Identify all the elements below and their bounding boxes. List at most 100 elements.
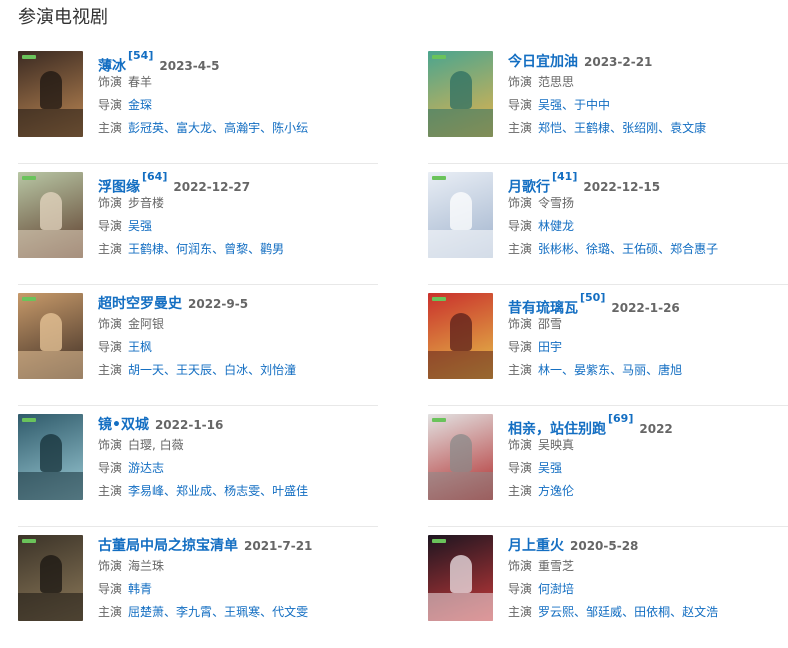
- role-label: 饰演: [508, 75, 533, 89]
- director-link[interactable]: 林健龙: [538, 219, 574, 233]
- actor-link[interactable]: 刘怡潼: [260, 363, 296, 377]
- drama-poster[interactable]: [18, 535, 83, 621]
- actor-link[interactable]: 马丽: [622, 363, 646, 377]
- drama-title-link[interactable]: 超时空罗曼史: [98, 296, 182, 312]
- drama-date: 2023-4-5: [159, 59, 220, 74]
- actor-link[interactable]: 郑合惠子: [670, 242, 718, 256]
- director-label: 导演: [508, 461, 533, 475]
- drama-date: 2022-1-16: [154, 418, 224, 432]
- drama-title-link[interactable]: 镜•双城: [98, 417, 149, 433]
- drama-poster[interactable]: [428, 535, 493, 621]
- role-value: 令雪扬: [538, 196, 575, 210]
- actor-link[interactable]: 彭冠英: [128, 121, 164, 135]
- drama-title-link[interactable]: 古董局中局之掠宝清单: [98, 538, 238, 554]
- actor-link[interactable]: 白冰: [224, 363, 248, 377]
- drama-poster[interactable]: [428, 51, 493, 137]
- drama-info: 浮图缘[64]2022-12-27 饰演 步音楼 导演 吴强 主演 王鹤棣、何润东、曾黎、鹳…: [98, 170, 378, 261]
- drama-poster[interactable]: [18, 414, 83, 500]
- actor-link[interactable]: 赵文浩: [682, 605, 718, 619]
- actor-link[interactable]: 田依桐: [634, 605, 670, 619]
- drama-info: 月上重火 2020-5-28 饰演 重雪芝 导演 何澍培 主演 罗云熙、邹廷威、田依桐、赵文浩: [508, 535, 788, 624]
- poster-figure: [40, 192, 62, 230]
- role-row: 饰演 金阿银: [98, 313, 378, 336]
- actor-link[interactable]: 晏紫东: [574, 363, 610, 377]
- director-link[interactable]: 游达志: [128, 461, 164, 475]
- actor-link[interactable]: 唐旭: [658, 363, 682, 377]
- role-label: 饰演: [508, 438, 533, 452]
- starring-label: 主演: [98, 242, 123, 256]
- name-separator: 、: [670, 605, 683, 619]
- actor-link[interactable]: 张彬彬: [538, 242, 574, 256]
- director-row: 导演 何澍培: [508, 578, 788, 601]
- reference-link[interactable]: [64]: [142, 170, 167, 183]
- actor-link[interactable]: 方逸伦: [538, 484, 574, 498]
- actor-link[interactable]: 李易峰: [128, 484, 164, 498]
- poster-badge: [22, 297, 36, 301]
- actor-link[interactable]: 邹廷威: [586, 605, 622, 619]
- actor-link[interactable]: 胡一天: [128, 363, 164, 377]
- actor-link[interactable]: 陈小纭: [272, 121, 308, 135]
- drama-title-link[interactable]: 月上重火: [508, 538, 564, 554]
- director-link[interactable]: 于中中: [574, 98, 610, 112]
- starring-row: 主演 林一、晏紫东、马丽、唐旭: [508, 359, 788, 382]
- actor-link[interactable]: 林一: [538, 363, 562, 377]
- director-link[interactable]: 吴强: [538, 461, 562, 475]
- actor-link[interactable]: 张绍刚: [622, 121, 658, 135]
- name-separator: 、: [610, 121, 623, 135]
- actor-link[interactable]: 郑业成: [176, 484, 212, 498]
- actor-link[interactable]: 王天辰: [176, 363, 212, 377]
- drama-card: 镜•双城 2022-1-16 饰演 白璎, 白薇 导演 游达志 主演 李易峰、郑业成、杨志雯、…: [18, 406, 378, 527]
- director-link[interactable]: 王枫: [128, 340, 152, 354]
- actor-link[interactable]: 王鹤棣: [128, 242, 164, 256]
- name-separator: 、: [260, 121, 273, 135]
- director-link[interactable]: 韩青: [128, 582, 152, 596]
- reference-link[interactable]: [69]: [608, 412, 633, 425]
- reference-link[interactable]: [54]: [128, 49, 153, 62]
- actor-link[interactable]: 杨志雯: [224, 484, 260, 498]
- director-link[interactable]: 金琛: [128, 98, 152, 112]
- director-link[interactable]: 吴强: [538, 98, 562, 112]
- name-separator: 、: [610, 363, 623, 377]
- actor-link[interactable]: 鹳男: [260, 242, 284, 256]
- actor-link[interactable]: 徐璐: [586, 242, 610, 256]
- role-row: 饰演 海兰珠: [98, 555, 378, 578]
- actor-link[interactable]: 王鹤棣: [574, 121, 610, 135]
- drama-info: 镜•双城 2022-1-16 饰演 白璎, 白薇 导演 游达志 主演 李易峰、郑业成、杨志雯、…: [98, 414, 378, 503]
- drama-poster[interactable]: [18, 172, 83, 258]
- actor-link[interactable]: 李九霄: [176, 605, 212, 619]
- director-row: 导演 吴强: [508, 457, 788, 480]
- actor-link[interactable]: 罗云熙: [538, 605, 574, 619]
- poster-figure: [450, 434, 472, 472]
- drama-poster[interactable]: [428, 293, 493, 379]
- reference-link[interactable]: [41]: [552, 170, 577, 183]
- drama-title-link[interactable]: 今日宜加油: [508, 54, 578, 70]
- drama-poster[interactable]: [18, 51, 83, 137]
- actor-link[interactable]: 郑恺: [538, 121, 562, 135]
- drama-poster[interactable]: [18, 293, 83, 379]
- drama-title-row: 月上重火 2020-5-28: [508, 535, 788, 555]
- drama-poster[interactable]: [428, 414, 493, 500]
- starring-row: 主演 郑恺、王鹤棣、张绍刚、袁文康: [508, 117, 788, 140]
- actor-link[interactable]: 曾黎: [224, 242, 248, 256]
- actor-link[interactable]: 高瀚宇: [224, 121, 260, 135]
- drama-date: 2022: [639, 422, 673, 437]
- name-separator: 、: [164, 363, 177, 377]
- director-link[interactable]: 田宇: [538, 340, 562, 354]
- role-value: 白璎, 白薇: [128, 438, 184, 452]
- director-link[interactable]: 何澍培: [538, 582, 574, 596]
- actor-link[interactable]: 袁文康: [670, 121, 706, 135]
- poster-figure: [450, 313, 472, 351]
- actor-link[interactable]: 王珮寒: [224, 605, 260, 619]
- actor-link[interactable]: 王佑硕: [622, 242, 658, 256]
- actor-link[interactable]: 叶盛佳: [272, 484, 308, 498]
- reference-link[interactable]: [50]: [580, 291, 605, 304]
- name-separator: 、: [212, 605, 225, 619]
- actor-link[interactable]: 富大龙: [176, 121, 212, 135]
- name-separator: 、: [248, 363, 261, 377]
- director-link[interactable]: 吴强: [128, 219, 152, 233]
- poster-badge: [22, 418, 36, 422]
- drama-poster[interactable]: [428, 172, 493, 258]
- actor-link[interactable]: 何润东: [176, 242, 212, 256]
- actor-link[interactable]: 代文雯: [272, 605, 308, 619]
- actor-link[interactable]: 屈楚萧: [128, 605, 164, 619]
